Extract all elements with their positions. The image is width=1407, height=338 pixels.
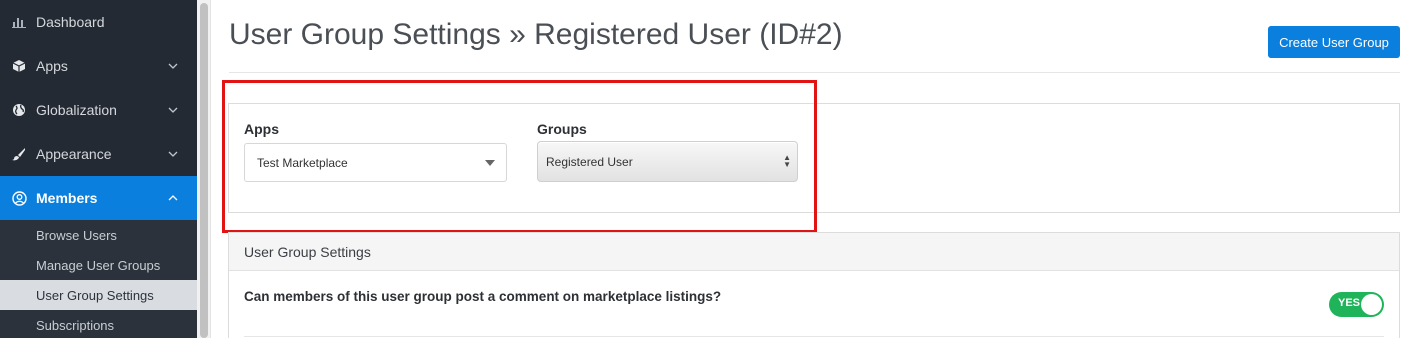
sidebar-item-apps[interactable]: Apps: [0, 44, 197, 88]
globe-icon: [11, 102, 27, 118]
sidebar: Dashboard Apps Globalization Appearance …: [0, 0, 197, 338]
sidebar-item-dashboard[interactable]: Dashboard: [0, 0, 197, 44]
sidebar-item-label: Appearance: [36, 146, 112, 162]
sidebar-subitem-browse-users[interactable]: Browse Users: [0, 220, 197, 250]
settings-panel-header: User Group Settings: [229, 233, 1399, 271]
sidebar-item-globalization[interactable]: Globalization: [0, 88, 197, 132]
user-circle-icon: [11, 190, 27, 206]
sidebar-item-members[interactable]: Members: [0, 176, 197, 220]
sidebar-item-label: Globalization: [36, 102, 117, 118]
comment-permission-toggle[interactable]: YES: [1329, 292, 1384, 317]
scrollbar-thumb[interactable]: [200, 3, 208, 338]
sidebar-scrollbar[interactable]: [197, 0, 211, 338]
sidebar-item-label: Members: [36, 190, 98, 206]
sidebar-subitem-label: Manage User Groups: [36, 257, 161, 273]
sidebar-subitem-label: Browse Users: [36, 227, 117, 243]
chevron-down-icon: [168, 63, 178, 69]
sidebar-subitem-user-group-settings[interactable]: User Group Settings: [0, 280, 197, 310]
sidebar-subitem-subscriptions[interactable]: Subscriptions: [0, 310, 197, 338]
chevron-down-icon: [168, 151, 178, 157]
sidebar-subitem-label: User Group Settings: [36, 287, 154, 303]
row-divider: [244, 336, 1384, 337]
setting-question: Can members of this user group post a co…: [244, 289, 722, 304]
sidebar-subitem-manage-user-groups[interactable]: Manage User Groups: [0, 250, 197, 280]
paint-brush-icon: [11, 146, 27, 162]
sidebar-item-appearance[interactable]: Appearance: [0, 132, 197, 176]
page-title: User Group Settings » Registered User (I…: [229, 18, 843, 51]
chevron-down-icon: [168, 107, 178, 113]
create-user-group-button[interactable]: Create User Group: [1268, 26, 1400, 58]
chevron-up-icon: [168, 195, 178, 201]
toggle-label: YES: [1338, 297, 1361, 309]
sidebar-item-label: Dashboard: [36, 14, 105, 30]
chart-bars-icon: [11, 14, 27, 30]
sidebar-subitem-label: Subscriptions: [36, 317, 115, 333]
cube-icon: [11, 58, 27, 74]
toggle-knob: [1361, 294, 1382, 315]
sidebar-item-label: Apps: [36, 58, 68, 74]
highlight-annotation-box: [222, 80, 817, 233]
title-divider: [229, 72, 1400, 73]
